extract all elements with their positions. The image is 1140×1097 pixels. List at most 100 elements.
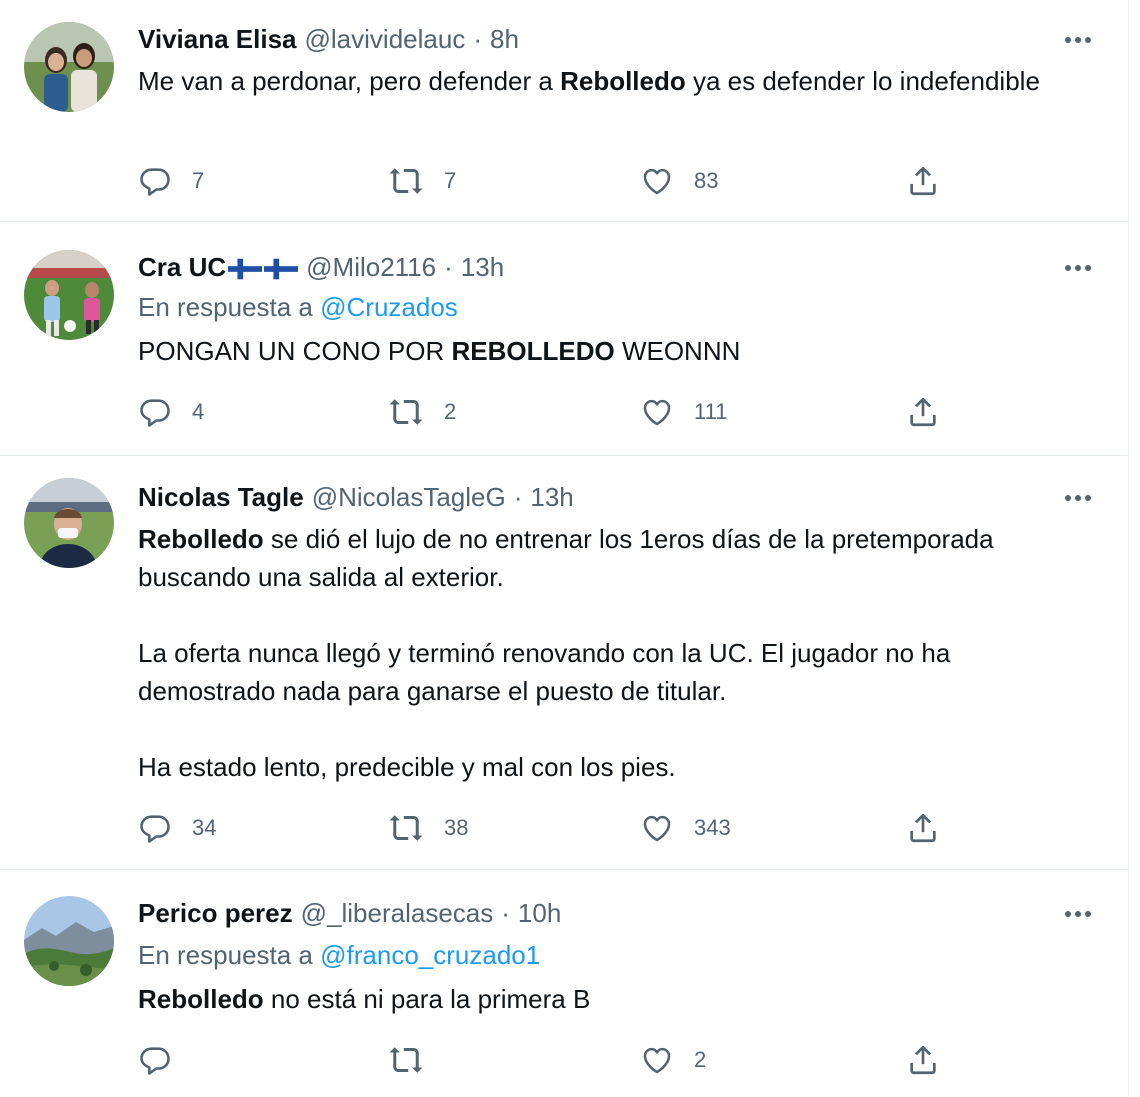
reply-context: En respuesta a @franco_cruzado1 bbox=[138, 940, 540, 971]
display-name-text: Cra UC bbox=[138, 251, 227, 282]
share-button[interactable] bbox=[906, 163, 940, 199]
user-handle[interactable]: @lavividelauc bbox=[305, 24, 466, 55]
tweet-actions: 2 bbox=[138, 1042, 958, 1078]
timestamp[interactable]: 8h bbox=[490, 24, 519, 55]
display-name[interactable]: Viviana Elisa bbox=[138, 24, 297, 55]
retweet-count: 7 bbox=[444, 168, 457, 193]
separator-dot: · bbox=[513, 481, 523, 512]
like-button[interactable]: 343 bbox=[640, 810, 731, 846]
reply-count: 34 bbox=[192, 815, 217, 840]
avatar[interactable] bbox=[24, 250, 114, 340]
avatar[interactable] bbox=[24, 478, 114, 568]
text-segment: WEONNN bbox=[614, 336, 741, 366]
tweet-card[interactable]: Cra UC @Milo2116 · 13h En respuesta a @C… bbox=[0, 222, 1128, 456]
share-icon bbox=[906, 1043, 940, 1077]
retweet-button[interactable] bbox=[388, 1042, 424, 1078]
share-icon bbox=[906, 395, 940, 429]
share-icon bbox=[906, 164, 940, 198]
tweet-card[interactable]: Nicolas Tagle @NicolasTagleG · 13h Rebol… bbox=[0, 456, 1128, 870]
separator-dot: · bbox=[444, 251, 453, 282]
tweet-text: Rebolledo no está ni para la primera B bbox=[138, 980, 1078, 1018]
reply-button[interactable]: 34 bbox=[138, 810, 216, 846]
like-icon bbox=[640, 811, 674, 845]
like-count: 111 bbox=[694, 399, 728, 424]
tweet-card[interactable]: Perico perez @_liberalasecas · 10h En re… bbox=[0, 870, 1128, 1097]
tweet-actions: 4 2 111 bbox=[138, 394, 958, 430]
text-segment: ya es defender lo indefendible bbox=[685, 66, 1040, 96]
text-segment: no está ni para la primera B bbox=[263, 984, 591, 1014]
like-count: 83 bbox=[694, 168, 719, 193]
like-button[interactable]: 2 bbox=[640, 1042, 706, 1078]
timestamp[interactable]: 13h bbox=[461, 252, 504, 283]
more-icon[interactable] bbox=[1058, 488, 1098, 508]
like-button[interactable]: 83 bbox=[640, 163, 718, 199]
retweet-button[interactable]: 38 bbox=[388, 810, 468, 846]
tweet-header: Perico perez @_liberalasecas · 10h bbox=[138, 896, 561, 930]
share-button[interactable] bbox=[906, 1042, 940, 1078]
like-icon bbox=[640, 1043, 674, 1077]
like-icon bbox=[640, 395, 674, 429]
reply-icon bbox=[138, 164, 172, 198]
display-name[interactable]: Perico perez bbox=[138, 898, 293, 929]
reply-button[interactable]: 7 bbox=[138, 163, 204, 199]
tweet-actions: 7 7 83 bbox=[138, 163, 958, 199]
reply-icon bbox=[138, 1043, 172, 1077]
retweet-icon bbox=[388, 810, 424, 846]
tweet-actions: 34 38 343 bbox=[138, 810, 958, 846]
user-handle[interactable]: @NicolasTagleG bbox=[312, 482, 506, 513]
retweet-icon bbox=[388, 163, 424, 199]
reply-count: 7 bbox=[192, 168, 205, 193]
tweet-feed: Viviana Elisa @lavividelauc · 8h Me van … bbox=[0, 0, 1129, 1097]
reply-icon bbox=[138, 395, 172, 429]
highlighted-keyword: REBOLLEDO bbox=[451, 336, 615, 366]
like-count: 2 bbox=[694, 1047, 707, 1072]
more-icon[interactable] bbox=[1058, 258, 1098, 278]
like-button[interactable]: 111 bbox=[640, 394, 727, 430]
retweet-icon bbox=[388, 1042, 424, 1078]
highlighted-keyword: Rebolledo bbox=[138, 524, 264, 554]
separator-dot: · bbox=[501, 897, 510, 928]
tweet-header: Viviana Elisa @lavividelauc · 8h bbox=[138, 22, 519, 56]
retweet-button[interactable]: 2 bbox=[388, 394, 456, 430]
reply-to-link[interactable]: @Cruzados bbox=[320, 292, 458, 322]
avatar[interactable] bbox=[24, 896, 114, 986]
reply-count: 4 bbox=[192, 399, 205, 424]
reply-button[interactable]: 4 bbox=[138, 394, 204, 430]
finland-flag-icon bbox=[228, 258, 262, 280]
text-segment: Me van a perdonar, pero defender a bbox=[138, 66, 561, 96]
highlighted-keyword: Rebolledo bbox=[138, 984, 264, 1014]
finland-flag-icon bbox=[264, 258, 298, 280]
text-segment: PONGAN UN CONO POR bbox=[138, 336, 452, 366]
reply-prefix: En respuesta a bbox=[138, 940, 321, 970]
text-segment: se dió el lujo de no entrenar los 1eros … bbox=[138, 524, 994, 592]
tweet-text: Me van a perdonar, pero defender a Rebol… bbox=[138, 62, 1078, 100]
retweet-icon bbox=[388, 394, 424, 430]
timestamp[interactable]: 10h bbox=[518, 898, 561, 929]
tweet-paragraph: Ha estado lento, predecible y mal con lo… bbox=[138, 752, 676, 782]
share-button[interactable] bbox=[906, 810, 940, 846]
tweet-header: Nicolas Tagle @NicolasTagleG · 13h bbox=[138, 480, 574, 514]
tweet-paragraph: La oferta nunca llegó y terminó renovand… bbox=[138, 638, 951, 706]
tweet-card[interactable]: Viviana Elisa @lavividelauc · 8h Me van … bbox=[0, 0, 1128, 222]
highlighted-keyword: Rebolledo bbox=[560, 66, 686, 96]
retweet-count: 38 bbox=[444, 815, 469, 840]
reply-button[interactable] bbox=[138, 1042, 172, 1078]
more-icon[interactable] bbox=[1058, 30, 1098, 50]
user-handle[interactable]: @_liberalasecas bbox=[301, 898, 494, 929]
more-icon[interactable] bbox=[1058, 904, 1098, 924]
retweet-count: 2 bbox=[444, 399, 457, 424]
user-handle[interactable]: @Milo2116 bbox=[306, 252, 436, 283]
share-button[interactable] bbox=[906, 394, 940, 430]
reply-icon bbox=[138, 811, 172, 845]
reply-to-link[interactable]: @franco_cruzado1 bbox=[320, 940, 540, 970]
retweet-button[interactable]: 7 bbox=[388, 163, 456, 199]
separator-dot: · bbox=[473, 23, 482, 54]
tweet-text: Rebolledo se dió el lujo de no entrenar … bbox=[138, 520, 1078, 786]
reply-prefix: En respuesta a bbox=[138, 292, 321, 322]
timestamp[interactable]: 13h bbox=[530, 482, 573, 513]
tweet-header: Cra UC @Milo2116 · 13h bbox=[138, 250, 504, 284]
display-name[interactable]: Cra UC bbox=[138, 252, 298, 283]
like-count: 343 bbox=[694, 815, 731, 840]
display-name[interactable]: Nicolas Tagle bbox=[138, 482, 304, 513]
avatar[interactable] bbox=[24, 22, 114, 112]
